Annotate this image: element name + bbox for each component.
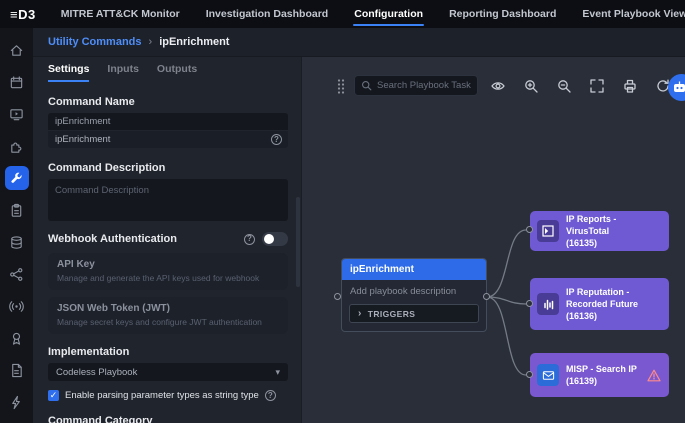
panel-scrollbar[interactable] — [296, 197, 300, 287]
task-node-label: IP Reports - VirusTotal (16135) — [566, 213, 661, 249]
schedule-clipboard-icon[interactable] — [0, 194, 33, 226]
monitor-play-icon[interactable] — [0, 98, 33, 130]
integrations-puzzle-icon[interactable] — [0, 130, 33, 162]
task-node-label: MISP - Search IP (16139) — [566, 363, 637, 387]
playbook-root-node[interactable]: ipEnrichment Add playbook description › … — [341, 258, 487, 332]
tab-settings[interactable]: Settings — [48, 63, 89, 82]
canvas-toolbar-icons — [490, 78, 685, 94]
command-internal-name: ipEnrichment — [55, 134, 110, 145]
triggers-label: TRIGGERS — [368, 309, 416, 319]
preview-eye-icon[interactable] — [490, 78, 506, 94]
command-internal-name-row[interactable]: ipEnrichment ? — [48, 131, 288, 148]
command-description-input[interactable] — [48, 179, 288, 221]
chevron-right-icon: › — [358, 308, 362, 319]
triggers-expander[interactable]: › TRIGGERS — [349, 304, 479, 323]
root-node-title: ipEnrichment — [342, 259, 486, 280]
automation-bolt-icon[interactable] — [0, 386, 33, 418]
webhook-authentication-row: Webhook Authentication ? — [48, 232, 288, 246]
zoom-in-icon[interactable] — [523, 78, 539, 94]
implementation-label: Implementation — [48, 346, 288, 358]
tab-reporting-dashboard[interactable]: Reporting Dashboard — [436, 0, 569, 28]
d3-soar-app: ≡D3 MITRE ATT&CK Monitor Investigation D… — [0, 0, 685, 423]
task-node-virustotal[interactable]: IP Reports - VirusTotal (16135) — [530, 211, 669, 251]
command-category-label: Command Category — [48, 415, 288, 423]
breadcrumb: Utility Commands › ipEnrichment — [33, 28, 685, 57]
search-icon — [361, 80, 372, 91]
tab-investigation-dashboard[interactable]: Investigation Dashboard — [193, 0, 342, 28]
api-key-title: API Key — [57, 259, 279, 270]
assistant-robot-icon — [673, 81, 685, 94]
breadcrumb-separator: › — [149, 36, 153, 48]
implementation-select[interactable]: Codeless Playbook ▾ — [48, 363, 288, 381]
print-icon[interactable] — [622, 78, 638, 94]
parsing-checkbox[interactable]: ✓ — [48, 390, 59, 401]
webhook-authentication-label: Webhook Authentication — [48, 233, 177, 245]
jwt-card[interactable]: JSON Web Token (JWT) Manage secret keys … — [48, 297, 288, 334]
tab-inputs[interactable]: Inputs — [107, 63, 139, 82]
chevron-down-icon: ▾ — [275, 367, 280, 378]
jwt-subtitle: Manage secret keys and configure JWT aut… — [57, 317, 279, 327]
api-key-card[interactable]: API Key Manage and generate the API keys… — [48, 253, 288, 290]
icon-sidebar — [0, 28, 33, 423]
warning-triangle-icon[interactable] — [647, 369, 661, 382]
task-input-connector[interactable] — [526, 371, 533, 378]
task-node-recorded-future[interactable]: IP Reputation - Recorded Future (16136) — [530, 278, 669, 330]
breadcrumb-parent-link[interactable]: Utility Commands — [48, 36, 142, 48]
canvas-toolbar — [336, 75, 685, 96]
task-node-misp[interactable]: MISP - Search IP (16139) — [530, 353, 669, 397]
top-navigation: ≡D3 MITRE ATT&CK Monitor Investigation D… — [0, 0, 685, 28]
parsing-option-label: Enable parsing parameter types as string… — [65, 390, 259, 401]
jwt-title: JSON Web Token (JWT) — [57, 303, 279, 314]
implementation-value: Codeless Playbook — [56, 367, 137, 378]
task-input-connector[interactable] — [526, 300, 533, 307]
badge-award-icon[interactable] — [0, 322, 33, 354]
command-name-input[interactable] — [48, 113, 288, 130]
zoom-out-icon[interactable] — [556, 78, 572, 94]
fit-screen-icon[interactable] — [589, 78, 605, 94]
recorded-future-icon — [537, 293, 559, 315]
broadcast-icon[interactable] — [0, 290, 33, 322]
utilities-wrench-icon[interactable] — [0, 162, 33, 194]
search-input[interactable] — [377, 80, 471, 91]
tab-mitre-attack-monitor[interactable]: MITRE ATT&CK Monitor — [48, 0, 193, 28]
api-key-subtitle: Manage and generate the API keys used fo… — [57, 273, 279, 283]
command-name-label: Command Name — [48, 96, 288, 108]
misp-icon — [537, 364, 559, 386]
root-input-connector[interactable] — [334, 293, 341, 300]
report-document-icon[interactable] — [0, 354, 33, 386]
panel-tabs: Settings Inputs Outputs — [48, 63, 288, 82]
database-icon[interactable] — [0, 226, 33, 258]
home-icon[interactable] — [0, 34, 33, 66]
tab-outputs[interactable]: Outputs — [157, 63, 197, 82]
task-input-connector[interactable] — [526, 226, 533, 233]
playbook-canvas[interactable]: ipEnrichment Add playbook description › … — [301, 57, 685, 423]
task-node-label: IP Reputation - Recorded Future (16136) — [566, 286, 638, 322]
calendar-icon[interactable] — [0, 66, 33, 98]
tab-event-playbook-viewer[interactable]: Event Playbook Viewer — [569, 0, 685, 28]
command-description-label: Command Description — [48, 162, 288, 174]
root-output-connector[interactable] — [483, 293, 490, 300]
breadcrumb-current: ipEnrichment — [159, 36, 229, 48]
d3-logo[interactable]: ≡D3 — [0, 7, 48, 22]
tab-configuration[interactable]: Configuration — [341, 0, 436, 28]
help-icon[interactable]: ? — [265, 390, 276, 401]
parsing-option-row: ✓ Enable parsing parameter types as stri… — [48, 390, 288, 401]
command-settings-panel: Settings Inputs Outputs Command Name ipE… — [33, 57, 301, 423]
help-icon[interactable]: ? — [244, 234, 255, 245]
virustotal-icon — [537, 220, 559, 242]
toggle-knob — [264, 234, 274, 244]
drag-handle-icon[interactable] — [336, 78, 346, 94]
connections-share-icon[interactable] — [0, 258, 33, 290]
root-node-description[interactable]: Add playbook description — [342, 280, 486, 299]
webhook-toggle[interactable] — [262, 232, 288, 246]
playbook-task-search[interactable] — [354, 75, 478, 96]
help-icon[interactable]: ? — [271, 134, 282, 145]
